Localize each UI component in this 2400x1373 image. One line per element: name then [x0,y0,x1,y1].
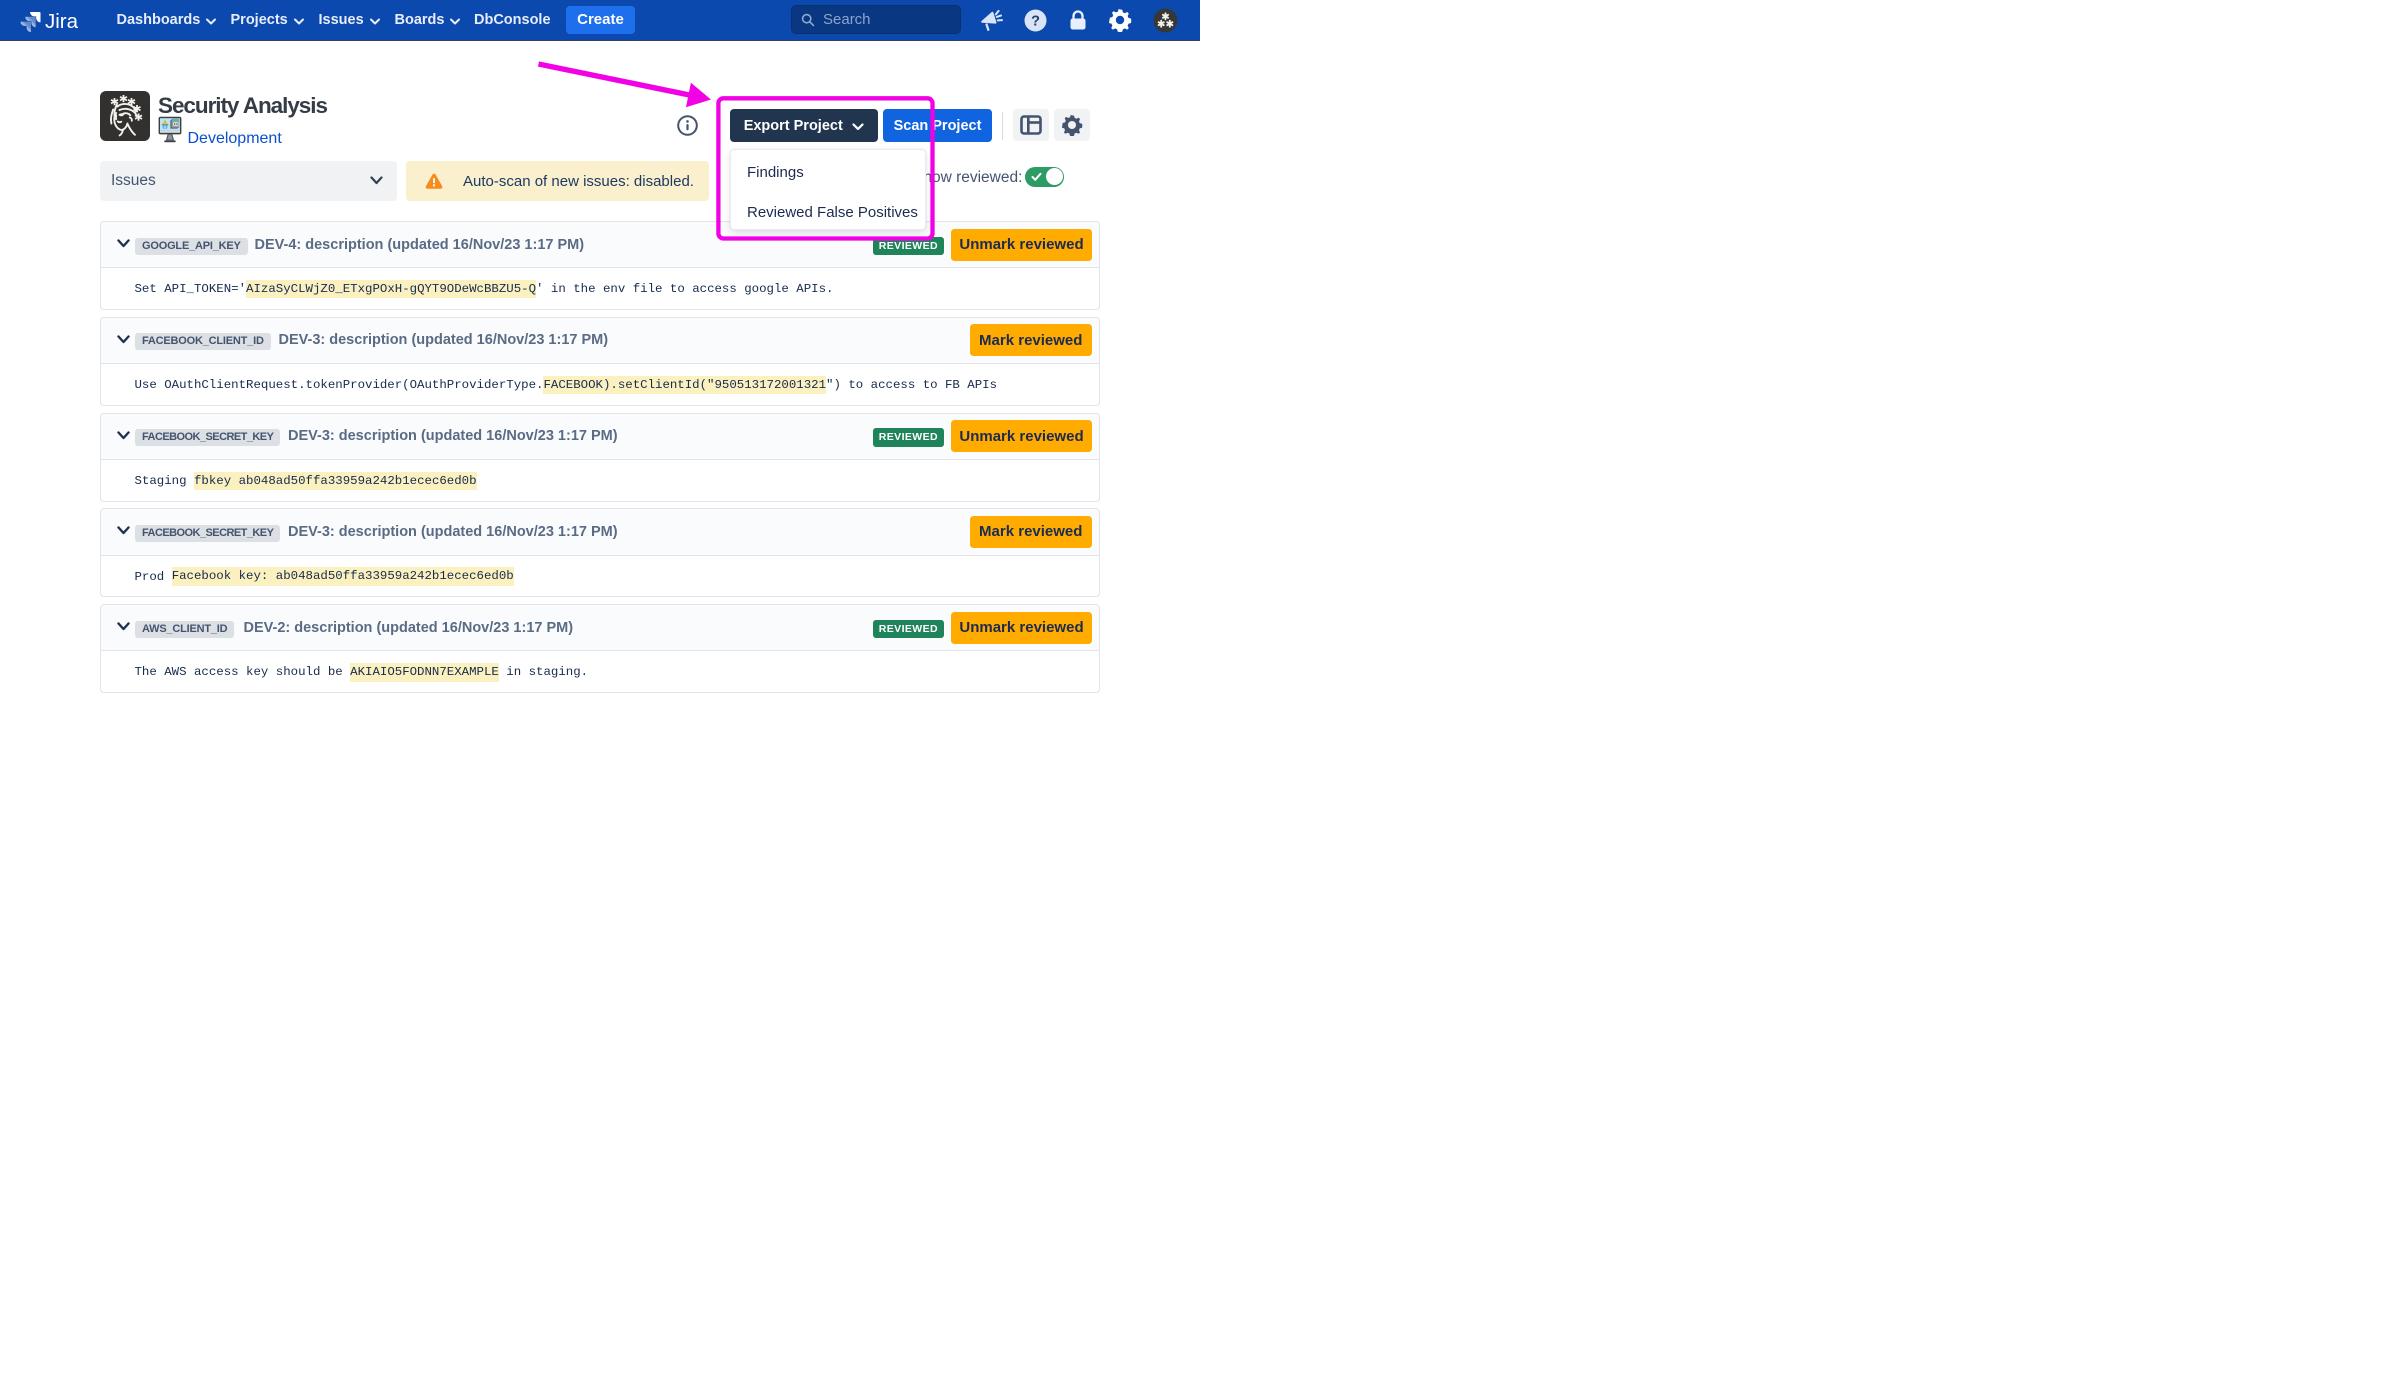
svg-text:?: ? [1031,13,1040,29]
